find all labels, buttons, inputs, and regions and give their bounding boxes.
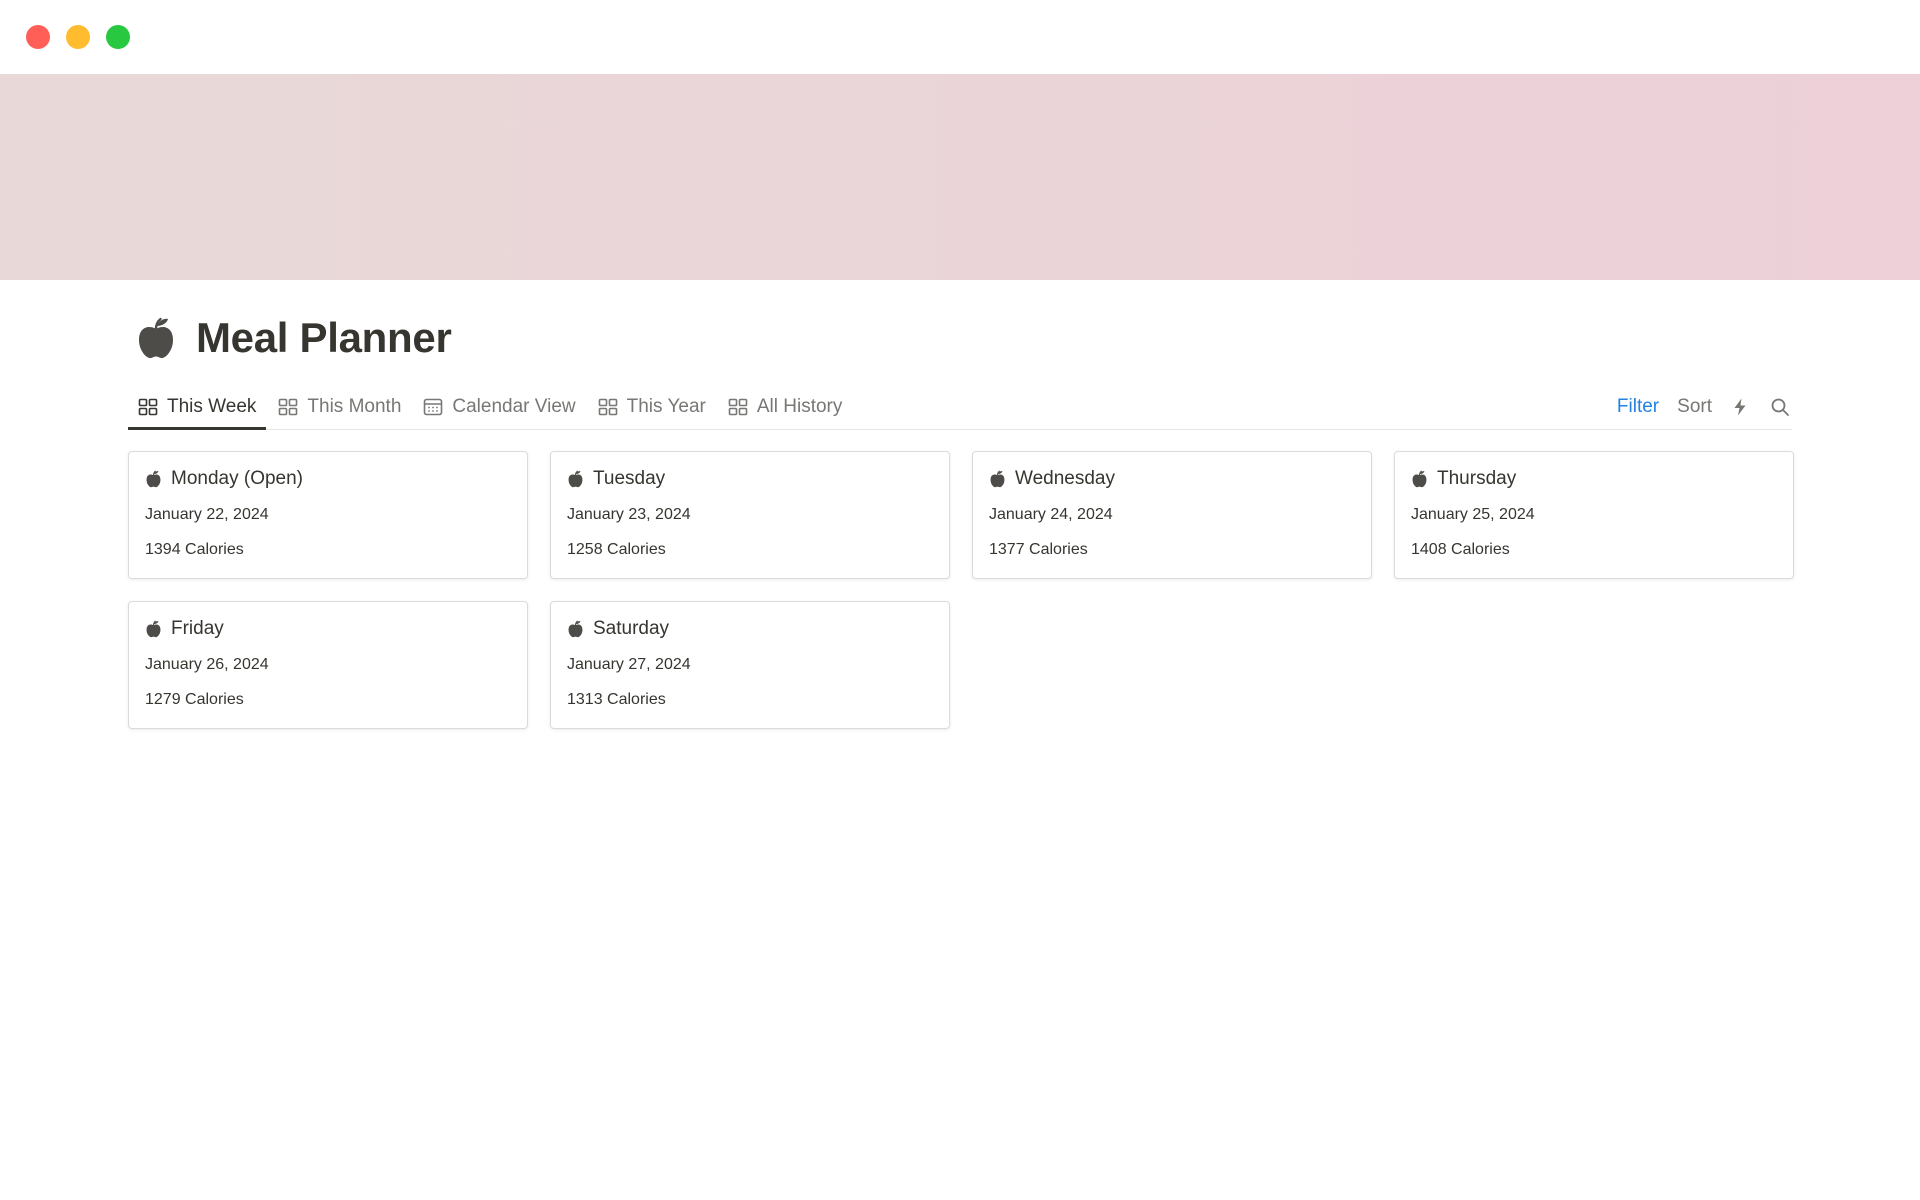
tab-this-year[interactable]: This Year bbox=[588, 385, 716, 429]
card-title-row: Monday (Open) bbox=[145, 466, 511, 492]
gallery-icon bbox=[138, 398, 158, 416]
window-close-button[interactable] bbox=[26, 25, 50, 49]
card-date: January 27, 2024 bbox=[567, 656, 691, 673]
window-zoom-button[interactable] bbox=[106, 25, 130, 49]
card-calories: 1279 Calories bbox=[145, 691, 244, 708]
gallery-card-monday[interactable]: Monday (Open) January 22, 2024 1394 Calo… bbox=[128, 451, 528, 579]
tab-label: All History bbox=[756, 396, 843, 417]
card-title-row: Saturday bbox=[567, 616, 933, 642]
card-title: Thursday bbox=[1437, 468, 1517, 489]
card-date: January 24, 2024 bbox=[989, 506, 1113, 523]
apple-icon bbox=[990, 470, 1005, 488]
card-title-row: Tuesday bbox=[567, 466, 933, 492]
tab-label: Calendar View bbox=[452, 396, 576, 417]
apple-icon bbox=[146, 470, 161, 488]
tab-label: This Month bbox=[307, 396, 402, 417]
gallery-icon bbox=[279, 398, 298, 416]
gallery-icon bbox=[598, 398, 617, 416]
window-minimize-button[interactable] bbox=[66, 25, 90, 49]
card-calories: 1377 Calories bbox=[989, 541, 1088, 558]
tab-label: This Week bbox=[167, 396, 257, 417]
gallery-card-saturday[interactable]: Saturday January 27, 2024 1313 Calories bbox=[550, 601, 950, 729]
window-titlebar bbox=[0, 0, 1920, 74]
page-header: Meal Planner bbox=[136, 308, 452, 368]
view-tabs: This Week This Month Calendar View This … bbox=[128, 385, 854, 430]
apple-icon bbox=[1412, 470, 1427, 488]
apple-icon bbox=[568, 620, 583, 638]
gallery-card-tuesday[interactable]: Tuesday January 23, 2024 1258 Calories bbox=[550, 451, 950, 579]
search-icon[interactable] bbox=[1770, 397, 1790, 417]
card-title: Saturday bbox=[593, 618, 670, 639]
tab-this-week[interactable]: This Week bbox=[128, 385, 267, 430]
card-title: Friday bbox=[171, 618, 224, 639]
card-calories: 1258 Calories bbox=[567, 541, 666, 558]
tab-this-month[interactable]: This Month bbox=[268, 385, 411, 429]
calendar-icon bbox=[424, 398, 443, 416]
tab-all-history[interactable]: All History bbox=[718, 385, 853, 429]
gallery-card-friday[interactable]: Friday January 26, 2024 1279 Calories bbox=[128, 601, 528, 729]
gallery-card-thursday[interactable]: Thursday January 25, 2024 1408 Calories bbox=[1394, 451, 1794, 579]
card-date: January 25, 2024 bbox=[1411, 506, 1535, 523]
card-date: January 26, 2024 bbox=[145, 656, 269, 673]
gallery-card-wednesday[interactable]: Wednesday January 24, 2024 1377 Calories bbox=[972, 451, 1372, 579]
card-title-row: Wednesday bbox=[989, 466, 1355, 492]
gallery-grid: Monday (Open) January 22, 2024 1394 Calo… bbox=[128, 451, 1794, 729]
tab-label: This Year bbox=[626, 396, 706, 417]
apple-icon[interactable] bbox=[136, 316, 176, 360]
view-actions: Filter Sort bbox=[1599, 385, 1792, 429]
card-title: Wednesday bbox=[1015, 468, 1115, 489]
card-calories: 1394 Calories bbox=[145, 541, 244, 558]
view-tabs-bar: This Week This Month Calendar View This … bbox=[128, 385, 1792, 430]
card-title-row: Friday bbox=[145, 616, 511, 642]
gallery-icon bbox=[728, 398, 748, 416]
card-title-row: Thursday bbox=[1411, 466, 1777, 492]
card-date: January 22, 2024 bbox=[145, 506, 269, 523]
card-date: January 23, 2024 bbox=[567, 506, 691, 523]
sort-button[interactable]: Sort bbox=[1677, 396, 1712, 418]
apple-icon bbox=[146, 620, 161, 638]
card-title: Tuesday bbox=[593, 468, 666, 489]
page-title: Meal Planner bbox=[196, 314, 452, 361]
filter-button[interactable]: Filter bbox=[1617, 396, 1659, 418]
card-calories: 1313 Calories bbox=[567, 691, 666, 708]
page-cover bbox=[0, 74, 1920, 280]
card-title: Monday (Open) bbox=[171, 468, 304, 489]
apple-icon bbox=[568, 470, 583, 488]
lightning-icon[interactable] bbox=[1730, 397, 1750, 417]
card-calories: 1408 Calories bbox=[1411, 541, 1510, 558]
tab-calendar-view[interactable]: Calendar View bbox=[413, 385, 585, 429]
